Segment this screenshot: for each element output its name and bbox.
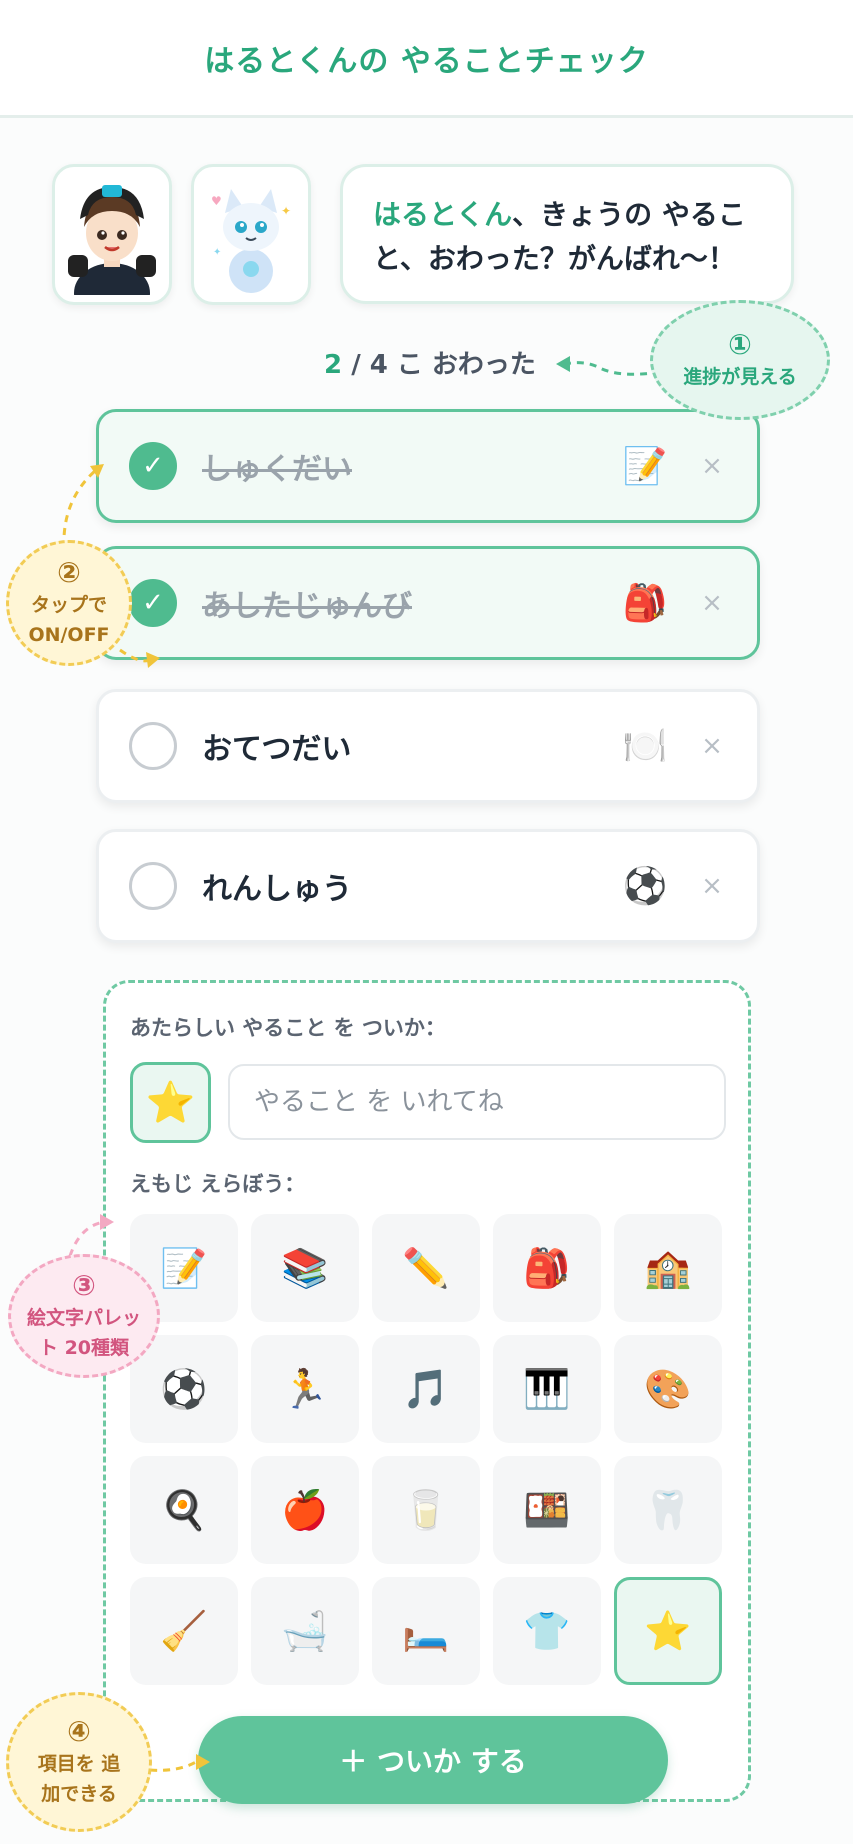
runner-icon[interactable]: 🏃 — [251, 1335, 359, 1443]
bathtub-icon[interactable]: 🛁 — [251, 1577, 359, 1685]
task-item[interactable]: ✓ しゅくだい 📝 × — [96, 409, 760, 523]
callout-text: 項目を 追加できる — [37, 1753, 121, 1805]
callout-number: ③ — [72, 1269, 96, 1302]
task-item[interactable]: おてつだい 🍽️ × — [96, 689, 760, 803]
progress-done-count: 2 — [324, 350, 343, 380]
callout-text: 絵文字パレット 20種類 — [26, 1307, 141, 1359]
check-icon[interactable]: ✓ — [129, 442, 177, 490]
add-task-button[interactable]: ＋ ついか する — [198, 1716, 668, 1804]
app-header: はるとくんの やることチェック — [0, 0, 853, 118]
delete-task-button[interactable]: × — [697, 871, 727, 901]
books-icon[interactable]: 📚 — [251, 1214, 359, 1322]
emoji-palette: 📝 📚 ✏️ 🎒 🏫 ⚽ 🏃 🎵 🎹 🎨 🍳 🍎 🥛 🍱 🦷 🧹 🛁 🛏️ 👕 ⭐ — [130, 1214, 724, 1685]
task-label: れんしゅう — [202, 872, 352, 907]
greeting-bubble: はるとくん、きょうの やること、おわった？がんばれ〜！ — [340, 164, 794, 304]
music-note-icon[interactable]: 🎵 — [372, 1335, 480, 1443]
empty-circle-icon[interactable] — [129, 722, 177, 770]
broom-icon[interactable]: 🧹 — [130, 1577, 238, 1685]
svg-text:✦: ✦ — [213, 247, 221, 258]
pencil-icon[interactable]: ✏️ — [372, 1214, 480, 1322]
callout-text: タップで ON/OFF — [28, 594, 110, 646]
task-item[interactable]: れんしゅう ⚽ × — [96, 829, 760, 943]
soccer-ball-icon: ⚽ — [622, 866, 668, 907]
add-task-heading: あたらしい やること を ついか： — [130, 1016, 446, 1040]
callout-add-item: ④ 項目を 追加できる — [6, 1692, 152, 1832]
svg-text:♥: ♥ — [211, 194, 222, 208]
apple-icon[interactable]: 🍎 — [251, 1456, 359, 1564]
plate-icon: 🍽️ — [622, 726, 668, 767]
progress-rest: / 4 こ おわった — [342, 350, 536, 380]
memo-icon: 📝 — [622, 446, 668, 487]
check-icon[interactable]: ✓ — [129, 579, 177, 627]
delete-task-button[interactable]: × — [697, 588, 727, 618]
bento-icon[interactable]: 🍱 — [493, 1456, 601, 1564]
school-icon[interactable]: 🏫 — [614, 1214, 722, 1322]
progress-counter: 2 / 4 こ おわった — [310, 344, 550, 388]
cat-robot-avatar: ♥ ✦ ✦ — [191, 164, 311, 305]
task-item[interactable]: ✓ あしたじゅんび 🎒 × — [96, 546, 760, 660]
callout-number: ④ — [67, 1715, 91, 1748]
task-label: しゅくだい — [202, 452, 352, 487]
tooth-icon[interactable]: 🦷 — [614, 1456, 722, 1564]
piano-icon[interactable]: 🎹 — [493, 1335, 601, 1443]
cat-robot-icon: ♥ ✦ ✦ — [211, 188, 291, 293]
star-icon[interactable]: ⭐ — [614, 1577, 722, 1685]
milk-icon[interactable]: 🥛 — [372, 1456, 480, 1564]
callout-number: ② — [57, 556, 81, 589]
task-name-input[interactable] — [228, 1064, 726, 1140]
callout-emoji-palette: ③ 絵文字パレット 20種類 — [8, 1254, 160, 1378]
selected-emoji-button[interactable]: ⭐ — [130, 1062, 211, 1143]
backpack-icon: 🎒 — [622, 583, 668, 624]
page-title: はるとくんの やることチェック — [204, 43, 649, 79]
frying-pan-icon[interactable]: 🍳 — [130, 1456, 238, 1564]
svg-text:✦: ✦ — [281, 204, 291, 218]
task-label: おてつだい — [202, 732, 352, 767]
callout-toggle: ② タップで ON/OFF — [6, 540, 132, 666]
shirt-icon[interactable]: 👕 — [493, 1577, 601, 1685]
task-label: あしたじゅんび — [202, 589, 412, 624]
callout-number: ① — [728, 328, 752, 361]
child-name: はるとくん — [373, 198, 513, 231]
palette-icon[interactable]: 🎨 — [614, 1335, 722, 1443]
callout-progress: ① 進捗が見える — [650, 300, 830, 420]
delete-task-button[interactable]: × — [697, 451, 727, 481]
boy-avatar-icon — [68, 184, 156, 295]
backpack-icon[interactable]: 🎒 — [493, 1214, 601, 1322]
delete-task-button[interactable]: × — [697, 731, 727, 761]
emoji-palette-heading: えもじ えらぼう： — [130, 1172, 306, 1196]
boy-avatar — [52, 164, 172, 305]
empty-circle-icon[interactable] — [129, 862, 177, 910]
callout-text: 進捗が見える — [683, 366, 797, 388]
bed-icon[interactable]: 🛏️ — [372, 1577, 480, 1685]
